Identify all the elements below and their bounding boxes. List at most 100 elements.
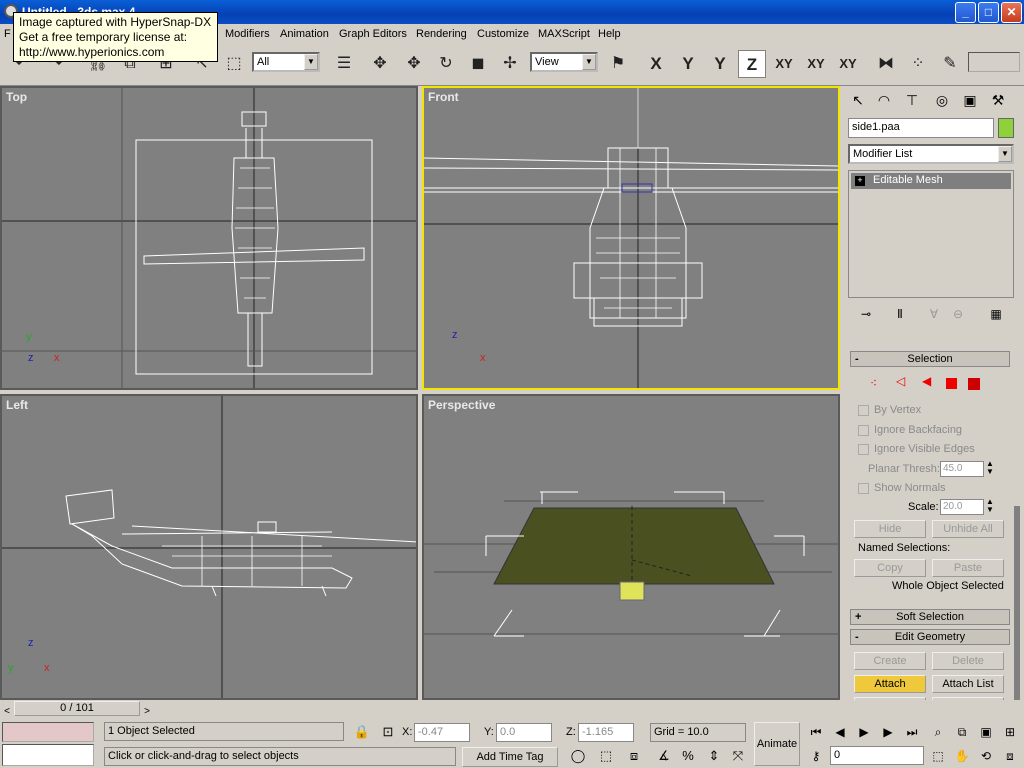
z-coordinate-field[interactable]: -1.165 bbox=[578, 723, 634, 742]
modifier-list-dropdown[interactable]: Modifier List ▼ bbox=[848, 144, 1014, 164]
animate-button[interactable]: Animate bbox=[754, 722, 800, 766]
scale-spinner[interactable]: ▲ ▼ bbox=[984, 498, 996, 514]
go-to-start-icon[interactable]: ⏮ bbox=[804, 720, 828, 744]
select-by-name-icon[interactable]: ☰ bbox=[330, 50, 358, 78]
create-button[interactable]: Create bbox=[854, 652, 926, 670]
remove-modifier-icon[interactable]: ⊖ bbox=[946, 302, 970, 326]
rollout-edit-geometry[interactable]: - Edit Geometry bbox=[850, 629, 1010, 645]
pivot-center-icon[interactable]: ⚑ bbox=[604, 50, 632, 78]
crossing-selection-icon[interactable]: ⬚ bbox=[594, 744, 618, 768]
restrict-z-y-button[interactable]: Y bbox=[706, 50, 734, 78]
restrict-zx-button[interactable]: XY bbox=[834, 50, 862, 78]
angle-snap-icon[interactable]: ∡ bbox=[652, 744, 676, 768]
degradation-override-icon[interactable]: ◯ bbox=[566, 744, 590, 768]
restrict-x-button[interactable]: X bbox=[642, 50, 670, 78]
close-button[interactable]: ✕ bbox=[1001, 2, 1022, 23]
viewport-label-left[interactable]: Left bbox=[6, 398, 28, 412]
go-to-end-icon[interactable]: ⏭ bbox=[900, 720, 924, 744]
menu-customize[interactable]: Customize bbox=[477, 28, 529, 40]
viewport-label-front[interactable]: Front bbox=[428, 90, 459, 104]
hide-button[interactable]: Hide bbox=[854, 520, 926, 538]
panel-scrollbar[interactable] bbox=[1014, 506, 1020, 706]
object-name-field[interactable]: side1.paa bbox=[848, 118, 994, 138]
maxscript-listener-mini[interactable] bbox=[2, 722, 94, 742]
time-slider-next[interactable]: > bbox=[140, 700, 154, 717]
named-selection-field[interactable] bbox=[968, 52, 1020, 72]
rollout-selection[interactable]: - Selection bbox=[850, 351, 1010, 367]
time-slider[interactable]: 0 / 101 bbox=[14, 701, 140, 716]
play-icon[interactable]: ▶ bbox=[852, 720, 876, 744]
paste-button[interactable]: Paste bbox=[932, 559, 1004, 577]
create-tab-icon[interactable]: ↖ bbox=[846, 88, 870, 112]
hierarchy-tab-icon[interactable]: ⊤ bbox=[900, 88, 924, 112]
delete-button[interactable]: Delete bbox=[932, 652, 1004, 670]
object-color-swatch[interactable] bbox=[998, 118, 1014, 138]
unhide-all-button[interactable]: Unhide All bbox=[932, 520, 1004, 538]
configure-sets-icon[interactable]: ▦ bbox=[984, 302, 1008, 326]
menu-animation[interactable]: Animation bbox=[280, 28, 329, 40]
edge-mode-icon[interactable]: ◁ bbox=[896, 374, 905, 388]
display-tab-icon[interactable]: ▣ bbox=[958, 88, 982, 112]
region-zoom-icon[interactable]: ⬚ bbox=[926, 744, 950, 768]
add-time-tag-button[interactable]: Add Time Tag bbox=[462, 747, 558, 767]
select-move-icon[interactable]: ✥ bbox=[400, 50, 428, 78]
array-icon[interactable]: ⁘ bbox=[904, 50, 932, 78]
maximize-button[interactable]: □ bbox=[978, 2, 999, 23]
lock-selection-icon[interactable]: 🔒 bbox=[350, 720, 374, 744]
menu-help[interactable]: Help bbox=[598, 28, 621, 40]
stack-item-editable-mesh[interactable]: + Editable Mesh bbox=[851, 173, 1011, 189]
rollout-soft-selection[interactable]: + Soft Selection bbox=[850, 609, 1010, 625]
viewport-label-top[interactable]: Top bbox=[6, 90, 27, 104]
x-coordinate-field[interactable]: -0.47 bbox=[414, 723, 470, 742]
align-icon[interactable]: ✎ bbox=[936, 50, 964, 78]
menu-modifiers[interactable]: Modifiers bbox=[225, 28, 270, 40]
viewport-perspective[interactable]: Perspective bbox=[422, 394, 840, 700]
viewport-top[interactable]: y z x Top bbox=[0, 86, 418, 390]
key-mode-icon[interactable]: ⚷ bbox=[804, 744, 828, 768]
current-frame-field[interactable]: 0 bbox=[830, 746, 924, 765]
vertex-mode-icon[interactable]: ⁖ bbox=[870, 376, 877, 390]
manipulate-icon[interactable]: ✢ bbox=[496, 50, 524, 78]
pan-icon[interactable]: ✋ bbox=[950, 744, 974, 768]
element-mode-icon[interactable] bbox=[968, 378, 980, 390]
edit-named-selection-icon[interactable]: ⤧ bbox=[726, 744, 750, 768]
viewport-front[interactable]: z x Front bbox=[422, 86, 840, 390]
restrict-yz-button[interactable]: XY bbox=[802, 50, 830, 78]
minimize-button[interactable]: _ bbox=[955, 2, 976, 23]
utilities-tab-icon[interactable]: ⚒ bbox=[986, 88, 1010, 112]
snap-toggle-icon[interactable]: ⧈ bbox=[622, 744, 646, 768]
menu-maxscript[interactable]: MAXScript bbox=[538, 28, 590, 40]
time-slider-prev[interactable]: < bbox=[0, 700, 14, 717]
select-region-icon[interactable]: ⬚ bbox=[220, 50, 248, 78]
spinner-snap-icon[interactable]: ⇕ bbox=[702, 744, 726, 768]
menu-graph-editors[interactable]: Graph Editors bbox=[339, 28, 407, 40]
attach-list-button[interactable]: Attach List bbox=[932, 675, 1004, 693]
maximize-viewport-icon[interactable]: ⧈ bbox=[998, 744, 1022, 768]
reference-coordinate-dropdown[interactable]: View ▼ bbox=[530, 52, 598, 72]
modify-tab-icon[interactable]: ◠ bbox=[872, 88, 896, 112]
restrict-xy-button[interactable]: XY bbox=[770, 50, 798, 78]
selection-filter-dropdown[interactable]: All ▼ bbox=[252, 52, 320, 72]
zoom-extents-icon[interactable]: ▣ bbox=[974, 720, 998, 744]
viewport-label-perspective[interactable]: Perspective bbox=[428, 398, 495, 412]
viewport-left[interactable]: z y x Left bbox=[0, 394, 418, 700]
scale-field[interactable]: 20.0 bbox=[940, 499, 984, 515]
previous-frame-icon[interactable]: ◀ bbox=[828, 720, 852, 744]
absolute-mode-icon[interactable]: ⊡ bbox=[376, 720, 400, 744]
ignore-visible-edges-checkbox[interactable]: Ignore Visible Edges bbox=[858, 443, 975, 455]
arc-rotate-icon[interactable]: ⟲ bbox=[974, 744, 998, 768]
menu-file[interactable]: F bbox=[4, 28, 11, 40]
by-vertex-checkbox[interactable]: By Vertex bbox=[858, 404, 921, 416]
planar-thresh-field[interactable]: 45.0 bbox=[940, 461, 984, 477]
copy-button[interactable]: Copy bbox=[854, 559, 926, 577]
face-mode-icon[interactable]: ◀ bbox=[922, 374, 931, 388]
mirror-icon[interactable]: ⧓ bbox=[872, 50, 900, 78]
menu-rendering[interactable]: Rendering bbox=[416, 28, 467, 40]
ignore-backfacing-checkbox[interactable]: Ignore Backfacing bbox=[858, 424, 962, 436]
zoom-icon[interactable]: ⌕ bbox=[926, 720, 950, 744]
make-unique-icon[interactable]: ∀ bbox=[922, 302, 946, 326]
y-coordinate-field[interactable]: 0.0 bbox=[496, 723, 552, 742]
maxscript-input[interactable] bbox=[2, 744, 94, 766]
polygon-mode-icon[interactable] bbox=[946, 378, 957, 389]
planar-thresh-spinner[interactable]: ▲ ▼ bbox=[984, 460, 996, 476]
